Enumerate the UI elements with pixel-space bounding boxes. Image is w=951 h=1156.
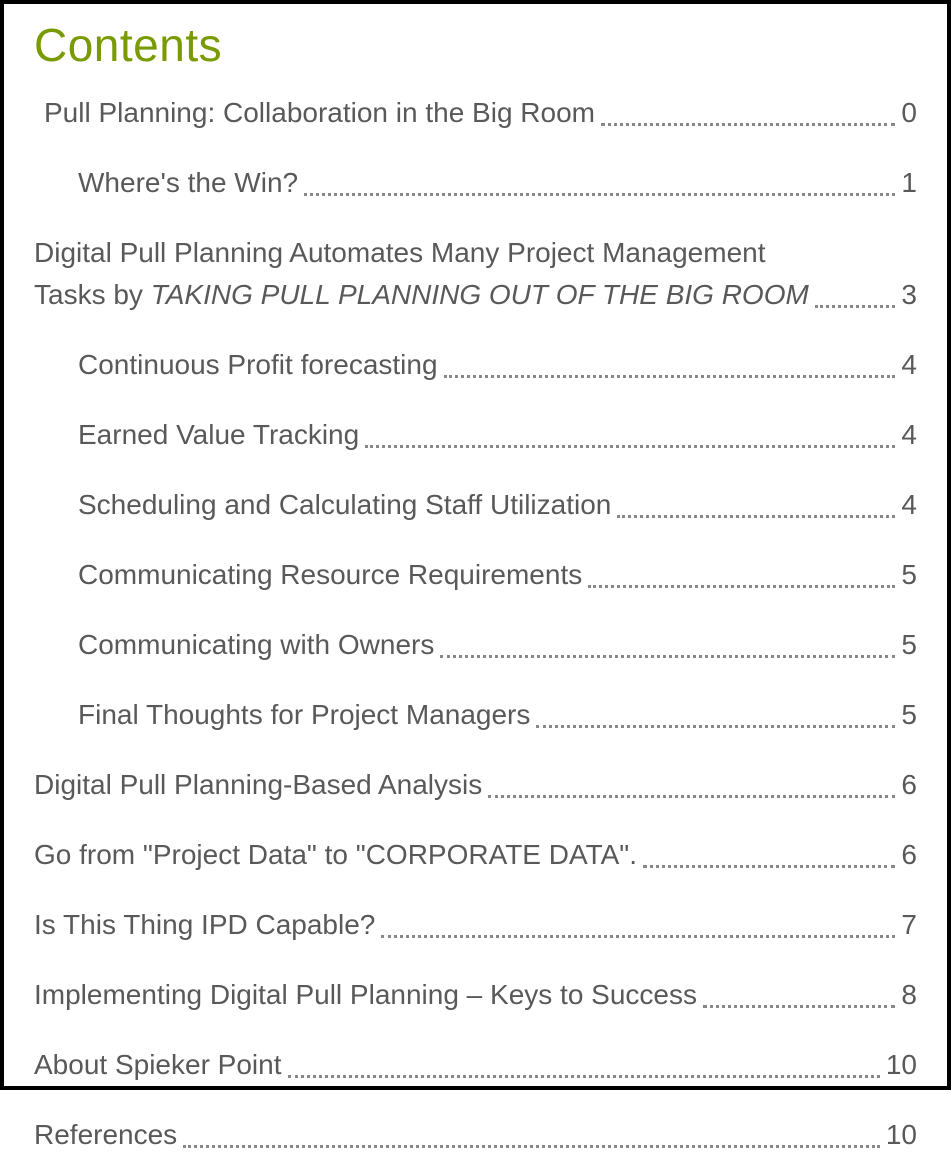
toc-subentry[interactable]: Scheduling and Calculating Staff Utiliza… <box>78 484 917 526</box>
toc-entry-page: 5 <box>901 554 917 596</box>
toc-entry[interactable]: References 10 <box>34 1114 917 1156</box>
toc-entry-label: References <box>34 1114 177 1156</box>
toc-leader <box>488 795 895 798</box>
toc-entry-page: 8 <box>901 974 917 1016</box>
toc-entry-page: 1 <box>901 162 917 204</box>
toc-entry-page: 10 <box>886 1044 917 1086</box>
toc-leader <box>288 1075 880 1078</box>
toc-entry-page: 4 <box>901 414 917 456</box>
toc-subentry[interactable]: Communicating with Owners 5 <box>78 624 917 666</box>
toc-entry-page: 10 <box>886 1114 917 1156</box>
toc-entry-label: Is This Thing IPD Capable? <box>34 904 375 946</box>
toc-subentry[interactable]: Earned Value Tracking 4 <box>78 414 917 456</box>
toc-entry-label: About Spieker Point <box>34 1044 282 1086</box>
toc-leader <box>183 1145 880 1148</box>
toc-entry-label-italic: TAKING PULL PLANNING OUT OF THE BIG ROOM <box>151 279 809 310</box>
toc-entry[interactable]: Pull Planning: Collaboration in the Big … <box>44 92 917 134</box>
toc-subentry[interactable]: Final Thoughts for Project Managers 5 <box>78 694 917 736</box>
toc-leader <box>643 865 895 868</box>
toc-entry-label: Go from "Project Data" to "CORPORATE DAT… <box>34 834 637 876</box>
toc-subentry[interactable]: Where's the Win? 1 <box>78 162 917 204</box>
toc-leader <box>536 725 895 728</box>
toc-entry-label: Digital Pull Planning-Based Analysis <box>34 764 482 806</box>
toc-entry-label-line1: Digital Pull Planning Automates Many Pro… <box>34 232 917 274</box>
toc-leader <box>381 935 895 938</box>
toc-entry-page: 0 <box>901 92 917 134</box>
toc-entry-label: Scheduling and Calculating Staff Utiliza… <box>78 484 611 526</box>
toc-entry-page: 4 <box>901 484 917 526</box>
toc-entry-label: Where's the Win? <box>78 162 298 204</box>
toc-leader <box>440 655 895 658</box>
toc-entry[interactable]: Is This Thing IPD Capable? 7 <box>34 904 917 946</box>
toc-entry-page: 5 <box>901 694 917 736</box>
toc-leader <box>588 585 895 588</box>
table-of-contents: Pull Planning: Collaboration in the Big … <box>34 92 917 1156</box>
toc-entry-page: 7 <box>901 904 917 946</box>
toc-entry-page: 3 <box>901 274 917 316</box>
toc-leader <box>444 375 896 378</box>
toc-leader <box>601 123 895 126</box>
contents-heading: Contents <box>34 18 917 72</box>
toc-entry-page: 6 <box>901 834 917 876</box>
toc-entry[interactable]: About Spieker Point 10 <box>34 1044 917 1086</box>
toc-leader <box>815 305 896 308</box>
toc-entry-page: 6 <box>901 764 917 806</box>
toc-subentry[interactable]: Communicating Resource Requirements 5 <box>78 554 917 596</box>
toc-entry[interactable]: Digital Pull Planning-Based Analysis 6 <box>34 764 917 806</box>
toc-entry-page: 5 <box>901 624 917 666</box>
toc-entry-label: Pull Planning: Collaboration in the Big … <box>44 92 595 134</box>
toc-entry-label: Final Thoughts for Project Managers <box>78 694 530 736</box>
toc-entry[interactable]: Go from "Project Data" to "CORPORATE DAT… <box>34 834 917 876</box>
toc-entry-page: 4 <box>901 344 917 386</box>
toc-entry-label: Communicating with Owners <box>78 624 434 666</box>
toc-entry-label: Earned Value Tracking <box>78 414 359 456</box>
toc-entry-label-line2: Tasks by TAKING PULL PLANNING OUT OF THE… <box>34 274 809 316</box>
toc-entry-label: Implementing Digital Pull Planning – Key… <box>34 974 697 1016</box>
toc-entry-label-part: Tasks by <box>34 279 151 310</box>
toc-entry[interactable]: Implementing Digital Pull Planning – Key… <box>34 974 917 1016</box>
toc-subentry[interactable]: Continuous Profit forecasting 4 <box>78 344 917 386</box>
toc-leader <box>703 1005 895 1008</box>
toc-entry-label: Communicating Resource Requirements <box>78 554 582 596</box>
toc-leader <box>617 515 895 518</box>
toc-leader <box>304 193 895 196</box>
toc-entry[interactable]: Digital Pull Planning Automates Many Pro… <box>34 232 917 316</box>
toc-entry-label: Continuous Profit forecasting <box>78 344 438 386</box>
toc-leader <box>365 445 895 448</box>
